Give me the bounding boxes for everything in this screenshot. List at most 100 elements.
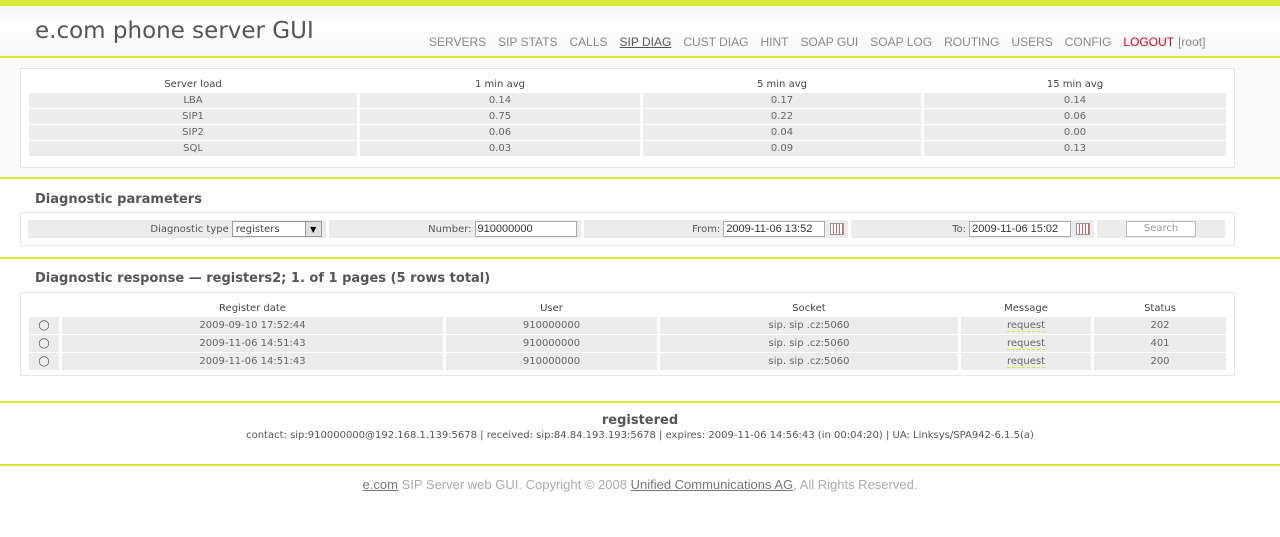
- to-date-input[interactable]: 2009-11-06 15:02: [969, 221, 1072, 237]
- col-header: Status: [1144, 303, 1176, 314]
- nav-item-soap-log[interactable]: SOAP LOG: [870, 35, 932, 49]
- message-link[interactable]: request: [1006, 320, 1045, 332]
- load-value: 0.04: [643, 125, 921, 141]
- diag-type-value: registers: [235, 223, 280, 235]
- table-row: SIP2 0.06 0.04 0.00: [29, 125, 1226, 141]
- bulb-icon[interactable]: ◯: [38, 338, 49, 349]
- logout-link[interactable]: LOGOUT: [1123, 35, 1174, 49]
- table-row: LBA 0.14 0.17 0.14: [29, 93, 1226, 109]
- col-header: 15 min avg: [1046, 79, 1104, 90]
- socket-value: sip. sip .cz:5060: [660, 317, 958, 335]
- user-value: 910000000: [446, 317, 657, 335]
- status-value: 202: [1094, 317, 1226, 335]
- number-label: Number:: [428, 223, 472, 235]
- load-value: 0.00: [924, 125, 1226, 141]
- load-value: 0.22: [643, 109, 921, 125]
- col-header: User: [540, 303, 563, 314]
- chevron-down-icon[interactable]: ▼: [304, 222, 321, 236]
- footer-company-link[interactable]: Unified Communications AG: [631, 477, 794, 492]
- col-header: Message: [1004, 303, 1048, 314]
- calendar-icon[interactable]: [1076, 223, 1091, 235]
- nav-item-routing[interactable]: ROUTING: [944, 35, 999, 49]
- message-link[interactable]: request: [1006, 338, 1045, 350]
- footer-text: , All Rights Reserved.: [793, 477, 918, 492]
- col-header: Register date: [219, 303, 286, 314]
- col-header: Server load: [164, 79, 222, 90]
- load-value: 0.13: [924, 141, 1226, 157]
- from-label: From:: [692, 223, 721, 235]
- diag-type-label: Diagnostic type: [150, 223, 229, 235]
- server-name: SIP2: [29, 125, 357, 141]
- load-value: 0.06: [360, 125, 640, 141]
- from-cell: From: 2009-11-06 13:52: [583, 220, 849, 238]
- nav-item-hint[interactable]: HINT: [760, 35, 788, 49]
- app-title: e.com phone server GUI: [35, 18, 314, 44]
- load-value: 0.06: [924, 109, 1226, 125]
- search-button[interactable]: Search: [1126, 221, 1197, 237]
- diag-type-select[interactable]: registers ▼: [231, 221, 322, 237]
- col-header: 1 min avg: [475, 79, 525, 90]
- server-name: LBA: [29, 93, 357, 109]
- col-header: Socket: [792, 303, 826, 314]
- diag-response-table: Register date User Socket Message Status…: [26, 300, 1229, 371]
- search-cell: Search: [1097, 220, 1225, 238]
- footer: e.com SIP Server web GUI. Copyright © 20…: [0, 477, 1280, 492]
- divider: [0, 257, 1280, 259]
- table-row: ◯ 2009-09-10 17:52:44 910000000 sip. sip…: [29, 317, 1226, 335]
- register-date: 2009-11-06 14:51:43: [62, 353, 443, 371]
- register-date: 2009-09-10 17:52:44: [62, 317, 443, 335]
- server-load-box: Server load 1 min avg 5 min avg 15 min a…: [20, 68, 1235, 168]
- socket-value: sip. sip .cz:5060: [660, 335, 958, 353]
- table-row: SIP1 0.75 0.22 0.06: [29, 109, 1226, 125]
- nav-item-soap-gui[interactable]: SOAP GUI: [800, 35, 858, 49]
- footer-brand-link[interactable]: e.com: [363, 477, 398, 492]
- socket-value: sip. sip .cz:5060: [660, 353, 958, 371]
- footer-text: SIP Server web GUI. Copyright © 2008: [397, 477, 631, 492]
- diag-response-box: Register date User Socket Message Status…: [20, 292, 1235, 376]
- user-value: 910000000: [446, 335, 657, 353]
- load-value: 0.75: [360, 109, 640, 125]
- load-value: 0.09: [643, 141, 921, 157]
- nav-item-servers[interactable]: SERVERS: [429, 35, 486, 49]
- load-value: 0.17: [643, 93, 921, 109]
- table-row: ◯ 2009-11-06 14:51:43 910000000 sip. sip…: [29, 353, 1226, 371]
- registered-detail: contact: sip:910000000@192.168.1.139:567…: [246, 430, 1034, 441]
- bulb-icon[interactable]: ◯: [38, 320, 49, 331]
- number-input[interactable]: 910000000: [474, 221, 577, 237]
- to-label: To:: [952, 223, 967, 235]
- divider: [0, 464, 1280, 466]
- status-value: 200: [1094, 353, 1226, 371]
- diag-response-title: Diagnostic response — registers2; 1. of …: [35, 271, 491, 286]
- number-cell: Number: 910000000: [328, 220, 581, 238]
- diag-type-cell: Diagnostic type registers ▼: [28, 220, 326, 238]
- current-user: [root]: [1178, 35, 1206, 49]
- divider: [0, 177, 1280, 179]
- server-name: SQL: [29, 141, 357, 157]
- nav-item-sip-stats[interactable]: SIP STATS: [498, 35, 557, 49]
- nav-item-users[interactable]: USERS: [1011, 35, 1052, 49]
- divider: [0, 401, 1280, 403]
- message-link[interactable]: request: [1006, 356, 1045, 368]
- calendar-icon[interactable]: [830, 223, 845, 235]
- nav-item-calls[interactable]: CALLS: [570, 35, 608, 49]
- top-bar: e.com phone server GUI SERVERS SIP STATS…: [0, 0, 1280, 57]
- diag-params-row: Diagnostic type registers ▼ Number: 9100…: [28, 220, 1228, 238]
- diag-params-title: Diagnostic parameters: [35, 192, 202, 207]
- from-date-input[interactable]: 2009-11-06 13:52: [723, 221, 826, 237]
- table-row: SQL 0.03 0.09 0.13: [29, 141, 1226, 157]
- to-cell: To: 2009-11-06 15:02: [851, 220, 1095, 238]
- load-value: 0.03: [360, 141, 640, 157]
- nav-item-sip-diag[interactable]: SIP DIAG: [620, 35, 672, 49]
- register-date: 2009-11-06 14:51:43: [62, 335, 443, 353]
- server-load-table: Server load 1 min avg 5 min avg 15 min a…: [26, 76, 1229, 157]
- server-name: SIP1: [29, 109, 357, 125]
- registered-title: registered: [601, 413, 679, 428]
- nav-item-cust-diag[interactable]: CUST DIAG: [683, 35, 748, 49]
- nav-item-config[interactable]: CONFIG: [1065, 35, 1112, 49]
- user-value: 910000000: [446, 353, 657, 371]
- bulb-icon[interactable]: ◯: [38, 356, 49, 367]
- col-header: 5 min avg: [757, 79, 807, 90]
- status-value: 401: [1094, 335, 1226, 353]
- load-value: 0.14: [924, 93, 1226, 109]
- main-nav: SERVERS SIP STATS CALLS SIP DIAG CUST DI…: [429, 35, 1217, 49]
